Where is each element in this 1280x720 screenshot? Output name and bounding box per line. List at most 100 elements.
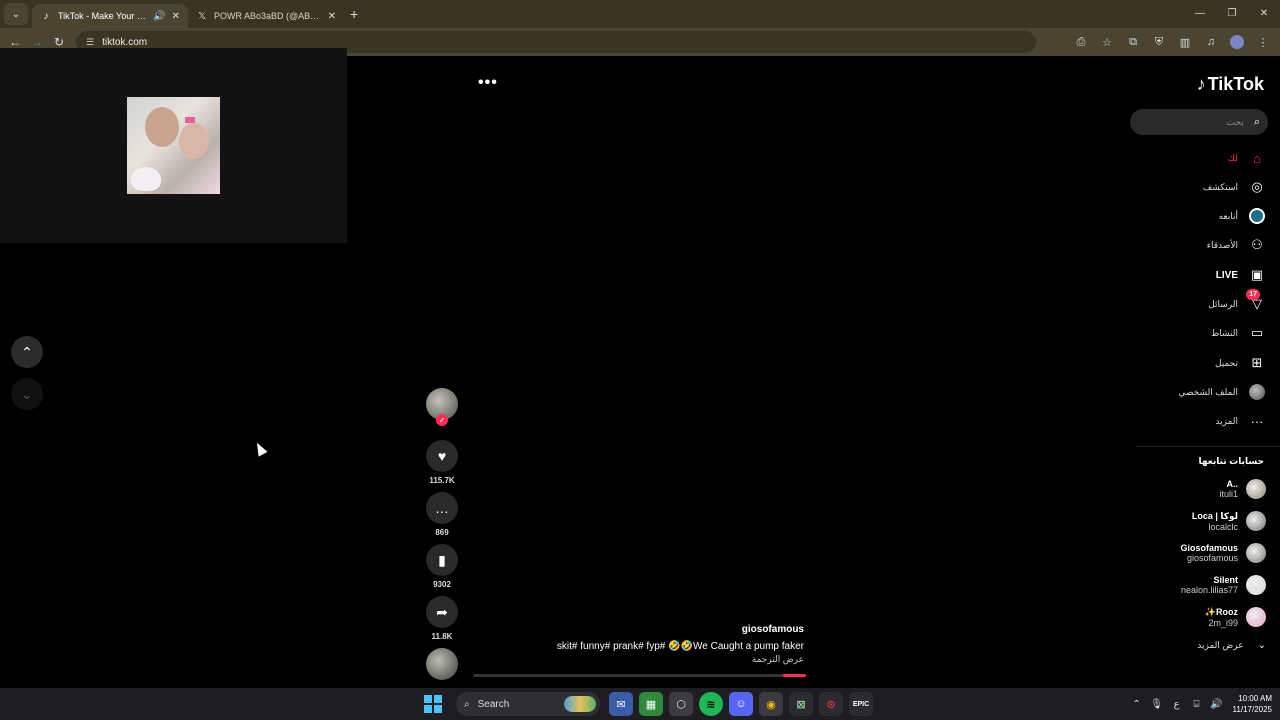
- nav-friends[interactable]: الأصدقاء ⚇: [1207, 235, 1266, 255]
- windows-taskbar: ⌕ Search ✉ ▦ ⬡ ≋ ☺ ◉ ⊠ ⊙ EPIC ⌃ 🎙 ع ⌸ 🔊 …: [0, 688, 1280, 720]
- nav-profile[interactable]: الملف الشخصي: [1178, 382, 1266, 402]
- search-icon: ⌕: [464, 698, 470, 710]
- heart-icon[interactable]: ♥: [426, 440, 458, 472]
- window-controls: — ❐ ✕: [1184, 0, 1280, 28]
- account-avatar[interactable]: [1246, 607, 1266, 627]
- nav-upload[interactable]: تحميل ⊞: [1215, 353, 1266, 373]
- comment-icon[interactable]: …: [426, 492, 458, 524]
- save-action[interactable]: ▮ 9302: [424, 544, 460, 589]
- side-panel-icon[interactable]: ▥: [1172, 36, 1198, 49]
- taskbar-search[interactable]: ⌕ Search: [456, 692, 600, 716]
- logo-text: TikTok: [1207, 74, 1264, 94]
- tab-x[interactable]: 𝕏 POWR ABo3aBD (@ABo3abdf1 ✕: [188, 4, 344, 28]
- like-action[interactable]: ♥ 115.7K: [424, 440, 460, 485]
- show-more-button[interactable]: عرض المزيد ⌄: [1197, 640, 1266, 651]
- bookmark-icon[interactable]: ▮: [426, 544, 458, 576]
- thumbnail-figure: [179, 123, 209, 159]
- video-author[interactable]: giosofamous: [470, 624, 804, 635]
- next-video-button[interactable]: ⌄: [11, 378, 43, 410]
- language-indicator[interactable]: ع: [1167, 699, 1187, 710]
- video-progress-bar[interactable]: [473, 674, 806, 677]
- taskbar-search-label: Search: [477, 698, 510, 710]
- discord-icon[interactable]: ☺: [729, 692, 753, 716]
- vpn-icon[interactable]: ⛨: [1146, 36, 1172, 49]
- nav-for-you[interactable]: لك ⌂: [1228, 148, 1266, 168]
- account-display-name: Giosofamous: [1180, 543, 1238, 553]
- chrome-icon[interactable]: ◉: [759, 692, 783, 716]
- outlook-icon[interactable]: ✉: [609, 692, 633, 716]
- mini-player[interactable]: [0, 48, 347, 243]
- tab-search-button[interactable]: ⌄: [4, 3, 28, 25]
- close-window-button[interactable]: ✕: [1248, 0, 1280, 28]
- minecraft-icon[interactable]: ▦: [639, 692, 663, 716]
- followed-account[interactable]: A.. ituli1: [1219, 475, 1266, 503]
- site-info-icon[interactable]: ☰: [86, 37, 94, 48]
- tray-chevron-icon[interactable]: ⌃: [1127, 699, 1147, 710]
- follow-check-icon[interactable]: ✓: [436, 414, 448, 426]
- comment-action[interactable]: … 869: [424, 492, 460, 537]
- account-username: nealon.lilias77: [1180, 585, 1238, 595]
- back-button[interactable]: ←: [4, 35, 26, 49]
- account-avatar[interactable]: [1246, 543, 1266, 563]
- followed-account[interactable]: Loca | لوكا localclc: [1192, 507, 1266, 535]
- minimize-button[interactable]: —: [1184, 0, 1216, 28]
- previous-video-button[interactable]: ⌃: [11, 336, 43, 368]
- install-app-icon[interactable]: ⎙: [1068, 36, 1094, 49]
- microphone-icon[interactable]: 🎙: [1147, 699, 1167, 710]
- upload-icon: ⊞: [1251, 355, 1263, 370]
- search-icon[interactable]: ⌕: [1254, 116, 1260, 129]
- maximize-button[interactable]: ❐: [1216, 0, 1248, 28]
- followed-account[interactable]: ✨Rooz 2m_i99: [1205, 603, 1266, 631]
- mouse-cursor: [252, 440, 268, 457]
- forward-button[interactable]: →: [26, 35, 48, 49]
- nav-messages[interactable]: الرسائل ▽ 17: [1208, 289, 1266, 314]
- account-avatar[interactable]: [1246, 511, 1266, 531]
- speaker-icon[interactable]: 🔊: [153, 11, 165, 22]
- new-tab-button[interactable]: +: [350, 6, 358, 22]
- account-avatar[interactable]: [1246, 479, 1266, 499]
- epic-games-icon[interactable]: EPIC: [849, 692, 873, 716]
- xbox-icon[interactable]: ⊠: [789, 692, 813, 716]
- thumbnail-bow: [185, 117, 195, 123]
- network-icon[interactable]: ⌸: [1187, 699, 1207, 710]
- windows-start-icon[interactable]: [424, 695, 442, 713]
- chrome-menu-icon[interactable]: ⋮: [1250, 36, 1276, 49]
- nav-following[interactable]: أتابعه: [1219, 206, 1266, 226]
- tiktok-logo[interactable]: ♪ TikTok: [1197, 74, 1264, 95]
- tiktok-icon: ♪: [43, 10, 49, 22]
- music-disc-avatar[interactable]: [426, 648, 458, 680]
- nav-explore[interactable]: استكشف ◎: [1203, 177, 1266, 197]
- tab-title: TikTok - Make Your Day: [58, 11, 148, 21]
- tab-tiktok[interactable]: ♪ TikTok - Make Your Day 🔊 ✕: [32, 4, 188, 28]
- nav-more[interactable]: المزيد ···: [1215, 411, 1266, 431]
- bookmark-star-icon[interactable]: ☆: [1094, 36, 1120, 49]
- nav-label: تحميل: [1214, 357, 1238, 368]
- share-icon[interactable]: ➦: [426, 596, 458, 628]
- close-icon[interactable]: ✕: [172, 11, 180, 22]
- media-control-icon[interactable]: ♫: [1198, 36, 1224, 48]
- more-icon: ···: [1250, 413, 1264, 429]
- steam-icon[interactable]: ⬡: [669, 692, 693, 716]
- following-ring-icon: [1248, 207, 1266, 225]
- nav-activity[interactable]: النشاط ▭: [1211, 323, 1266, 343]
- followed-account[interactable]: Silent nealon.lilias77: [1181, 571, 1266, 599]
- system-tray: ⌃ 🎙 ع ⌸ 🔊 10:00 AM 11/17/2025: [1127, 688, 1272, 720]
- nav-live[interactable]: LIVE ▣: [1216, 265, 1266, 285]
- spotify-icon[interactable]: ≋: [699, 692, 723, 716]
- volume-icon[interactable]: 🔊: [1207, 699, 1227, 710]
- search-input[interactable]: بحث ⌕: [1130, 109, 1268, 135]
- close-icon[interactable]: ✕: [328, 11, 336, 22]
- extensions-icon[interactable]: ⧉: [1120, 36, 1146, 49]
- more-options-icon[interactable]: •••: [478, 74, 498, 92]
- see-translation-link[interactable]: عرض الترجمة: [470, 654, 804, 665]
- profile-avatar[interactable]: [1224, 35, 1250, 49]
- share-action[interactable]: ➦ 11.8K: [424, 596, 460, 641]
- profile-avatar: [1248, 383, 1266, 401]
- video-thumbnail[interactable]: [127, 97, 220, 194]
- clock[interactable]: 10:00 AM 11/17/2025: [1233, 693, 1272, 715]
- account-display-name: Loca | لوكا: [1191, 510, 1238, 521]
- account-avatar[interactable]: [1246, 575, 1266, 595]
- reload-button[interactable]: ↻: [48, 35, 70, 49]
- recorder-icon[interactable]: ⊙: [819, 692, 843, 716]
- followed-account[interactable]: Giosofamous giosofamous: [1180, 539, 1266, 567]
